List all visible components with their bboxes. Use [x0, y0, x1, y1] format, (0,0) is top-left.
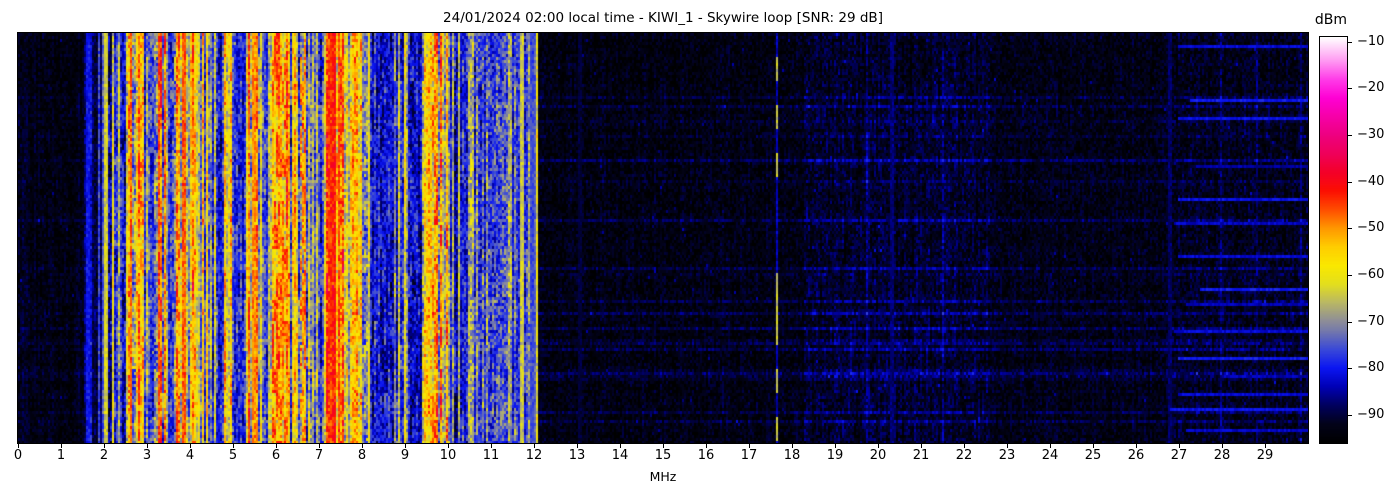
chart-title: 24/01/2024 02:00 local time - KIWI_1 - S… — [443, 10, 883, 26]
colorbar-tick — [1347, 415, 1352, 416]
x-tick-label: 1 — [56, 448, 66, 463]
x-tick-label: 7 — [314, 448, 324, 463]
x-tick-label: 25 — [1084, 448, 1102, 463]
colorbar-tick — [1347, 275, 1352, 276]
waterfall-plot — [17, 32, 1309, 444]
colorbar-tick — [1347, 368, 1352, 370]
x-tick-label: 9 — [400, 448, 410, 463]
x-tick-label: 10 — [439, 448, 457, 463]
x-axis-label: MHz — [649, 469, 677, 484]
x-tick-label: 27 — [1170, 448, 1188, 463]
x-tick-label: 13 — [568, 448, 586, 463]
x-tick-label: 20 — [869, 448, 887, 463]
x-tick-label: 2 — [99, 448, 109, 463]
x-tick-label: 11 — [482, 448, 500, 463]
x-tick-label: 22 — [955, 448, 973, 463]
x-tick-label: 8 — [357, 448, 367, 463]
colorbar-tick-label: −80 — [1357, 360, 1385, 376]
colorbar-tick-label: −50 — [1357, 220, 1385, 236]
colorbar-tick — [1347, 135, 1352, 136]
x-tick-label: 19 — [826, 448, 844, 463]
colorbar-tick-label: −90 — [1357, 407, 1385, 422]
colorbar-tick-label: −30 — [1357, 127, 1385, 142]
colorbar-gradient — [1319, 36, 1348, 444]
colorbar-tick-label: −60 — [1357, 267, 1385, 282]
x-tick-label: 17 — [740, 448, 758, 463]
x-tick-label: 15 — [654, 448, 672, 463]
colorbar-tick — [1347, 88, 1352, 90]
x-tick-label: 14 — [611, 448, 629, 463]
x-tick-label: 5 — [228, 448, 238, 463]
colorbar-tick — [1347, 181, 1352, 183]
x-tick-label: 0 — [13, 448, 23, 463]
colorbar-tick — [1347, 41, 1352, 43]
x-tick-label: 28 — [1213, 448, 1231, 463]
x-tick-label: 18 — [783, 448, 801, 463]
colorbar-tick-label: −70 — [1357, 313, 1385, 329]
x-tick-label: 26 — [1127, 448, 1145, 463]
colorbar-unit-label: dBm — [1314, 12, 1348, 28]
x-tick-label: 6 — [271, 448, 281, 463]
colorbar-tick — [1347, 228, 1352, 230]
x-tick-label: 16 — [697, 448, 715, 463]
spectrogram-figure: 24/01/2024 02:00 local time - KIWI_1 - S… — [0, 0, 1400, 500]
x-tick-label: 23 — [998, 448, 1016, 463]
x-tick-label: 3 — [142, 448, 152, 463]
x-tick-label: 4 — [185, 448, 195, 463]
x-tick-label: 21 — [912, 448, 930, 463]
x-tick-label: 29 — [1256, 448, 1274, 463]
x-tick-label: 24 — [1041, 448, 1059, 463]
colorbar-tick-label: −20 — [1357, 80, 1385, 96]
colorbar-tick-label: −40 — [1357, 173, 1385, 189]
x-tick-label: 12 — [525, 448, 543, 463]
colorbar-tick-label: −10 — [1357, 33, 1385, 49]
colorbar-tick — [1347, 321, 1352, 323]
